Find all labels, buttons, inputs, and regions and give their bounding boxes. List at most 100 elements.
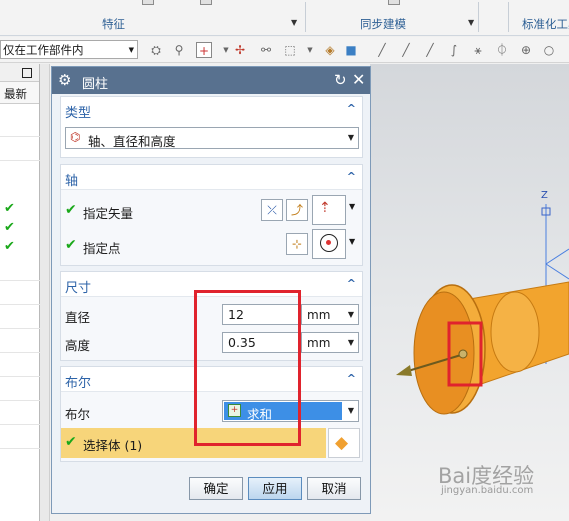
select-body-label: 选择体 (1) <box>83 438 143 453</box>
collapse-icon[interactable]: ^ <box>347 102 356 115</box>
datum-line <box>545 248 569 265</box>
check-icon: ✔ <box>65 237 77 253</box>
vector-arrowhead <box>396 365 412 376</box>
ribbon-separator <box>478 2 479 32</box>
datum-line <box>545 263 569 280</box>
chevron-down-icon: ▼ <box>347 338 354 347</box>
collapse-icon[interactable]: ^ <box>347 277 356 290</box>
filter-icon[interactable]: ⚲ <box>171 42 187 58</box>
navigator-row[interactable] <box>0 424 40 425</box>
solid-icon[interactable]: ◈ <box>322 42 338 58</box>
type-dropdown[interactable]: ⌬ 轴、直径和高度 ▼ <box>65 127 359 149</box>
selection-scope-dropdown[interactable]: 仅在工作部件内 ▼ <box>0 40 138 59</box>
navigator-row[interactable] <box>0 280 40 281</box>
height-label: 高度 <box>65 338 91 353</box>
navigator-row[interactable] <box>0 352 40 353</box>
resource-bar-divider[interactable] <box>40 64 50 521</box>
diameter-unit-dropdown[interactable]: mm ▼ <box>301 304 359 325</box>
type-section: 类型 ^ ⌬ 轴、直径和高度 ▼ <box>60 96 363 158</box>
circle-center-icon <box>320 234 338 252</box>
vector-axis-icon: ⇡ <box>319 200 331 216</box>
chevron-down-icon[interactable]: ▼ <box>349 237 355 246</box>
line-icon[interactable]: ╱ <box>374 42 390 58</box>
vector-type-button[interactable]: ⇡ <box>312 195 346 225</box>
height-unit-dropdown[interactable]: mm ▼ <box>301 332 359 353</box>
check-icon: ✔ <box>4 220 15 235</box>
point-type-button[interactable] <box>312 229 346 259</box>
ribbon-group-standard-tools: 标准化工具 <box>522 17 569 31</box>
height-unit: mm <box>307 336 331 350</box>
intersection-icon[interactable]: ⚹ <box>470 42 486 58</box>
navigator-column-header: 最新 <box>0 82 39 104</box>
collapse-icon[interactable]: ^ <box>347 372 356 385</box>
navigator-row[interactable] <box>0 376 40 377</box>
chevron-down-icon: ▼ <box>347 310 354 319</box>
navigator-header <box>0 64 39 82</box>
point-dialog-icon[interactable]: ⊹ <box>286 233 308 255</box>
annotation-box <box>194 290 301 446</box>
ribbon-group-feature: 特征 <box>102 17 125 31</box>
line-icon[interactable]: ╱ <box>398 42 414 58</box>
navigator-row[interactable] <box>0 136 40 137</box>
axis-section-body: ✔ 指定矢量 ⤫ ⤴ ⇡ ▼ ✔ 指定点 ⊹ ▼ <box>61 189 362 265</box>
line-icon[interactable]: ╱ <box>422 42 438 58</box>
ribbon-tool-icon[interactable] <box>388 0 400 5</box>
specified-point <box>458 349 468 359</box>
select-feature-icon[interactable]: + <box>196 42 212 58</box>
chevron-down-icon: ▼ <box>347 133 354 142</box>
center-icon[interactable]: ⊕ <box>518 42 534 58</box>
ribbon-tool-icon[interactable] <box>142 0 154 5</box>
navigator-row[interactable] <box>0 328 40 329</box>
group-expand-icon[interactable]: ▼ <box>468 18 474 27</box>
graphics-viewport[interactable]: Z Bai度经验 jingyan.baidu.com <box>370 64 569 521</box>
part-navigator: 最新 ✔ ✔ ✔ <box>0 64 40 521</box>
snap-icon[interactable]: ⛭ <box>148 42 164 58</box>
chevron-down-icon: ▼ <box>347 406 354 415</box>
maximize-icon[interactable] <box>22 68 32 78</box>
circle-icon[interactable]: ○ <box>541 42 557 58</box>
watermark-url: jingyan.baidu.com <box>441 485 534 496</box>
ribbon: 特征 ▼ 同步建模 ▼ 标准化工具 <box>0 0 569 36</box>
chevron-down-icon[interactable]: ▼ <box>302 42 318 58</box>
navigator-row[interactable] <box>0 400 40 401</box>
rectangle-select-icon[interactable]: ⬚ <box>282 42 298 58</box>
dialog-title: 圆柱 <box>82 77 109 92</box>
navigator-row[interactable] <box>0 448 40 449</box>
cylinder-type-icon: ⌬ <box>70 130 81 144</box>
check-icon: ✔ <box>65 202 77 218</box>
select-body-button[interactable]: ◆ <box>328 428 360 458</box>
ribbon-tool-icon[interactable] <box>200 0 212 5</box>
vector-dialog-icon[interactable]: ⤫ <box>261 199 283 221</box>
collapse-icon[interactable]: ^ <box>347 170 356 183</box>
ribbon-group-sync-modeling: 同步建模 <box>360 17 406 31</box>
check-icon: ✔ <box>4 201 15 216</box>
apply-button[interactable]: 应用 <box>248 477 302 500</box>
check-icon: ✔ <box>65 434 77 450</box>
navigator-row[interactable] <box>0 304 40 305</box>
gear-icon[interactable]: ⚙ <box>58 71 71 89</box>
axis-section-header[interactable]: 轴 ^ <box>61 165 362 189</box>
type-section-header[interactable]: 类型 ^ <box>61 97 362 121</box>
selection-scope-value: 仅在工作部件内 <box>3 43 84 57</box>
selection-bar: 仅在工作部件内 ▼ ⛭ ⚲ + ▼ ✢ ⚯ ⬚ ▼ ◈ ■ ╱ ╱ ╱ ∫ ⚹ … <box>0 37 569 63</box>
select-group-icon[interactable]: ⚯ <box>258 42 274 58</box>
chevron-down-icon[interactable]: ▼ <box>349 202 355 211</box>
perpendicular-icon[interactable]: ⏀ <box>494 42 510 58</box>
dialog-title-bar[interactable]: ⚙ 圆柱 ↻ ✕ <box>52 67 370 94</box>
close-icon[interactable]: ✕ <box>352 70 365 89</box>
reset-icon[interactable]: ↻ <box>334 71 347 89</box>
ok-button[interactable]: 确定 <box>189 477 243 500</box>
navigator-row[interactable] <box>0 160 40 161</box>
specify-point-label: 指定点 <box>83 241 121 256</box>
curve-icon[interactable]: ∫ <box>446 42 462 58</box>
boolean-label: 布尔 <box>65 407 91 422</box>
check-icon: ✔ <box>4 239 15 254</box>
body-icon[interactable]: ■ <box>343 42 359 58</box>
type-section-title: 类型 <box>65 106 92 121</box>
reverse-direction-icon[interactable]: ⤴ <box>286 199 308 221</box>
diameter-label: 直径 <box>65 310 91 325</box>
axis-section-title: 轴 <box>65 174 79 189</box>
point-snap-icon[interactable]: ✢ <box>232 42 248 58</box>
group-expand-icon[interactable]: ▼ <box>291 18 297 27</box>
cancel-button[interactable]: 取消 <box>307 477 361 500</box>
